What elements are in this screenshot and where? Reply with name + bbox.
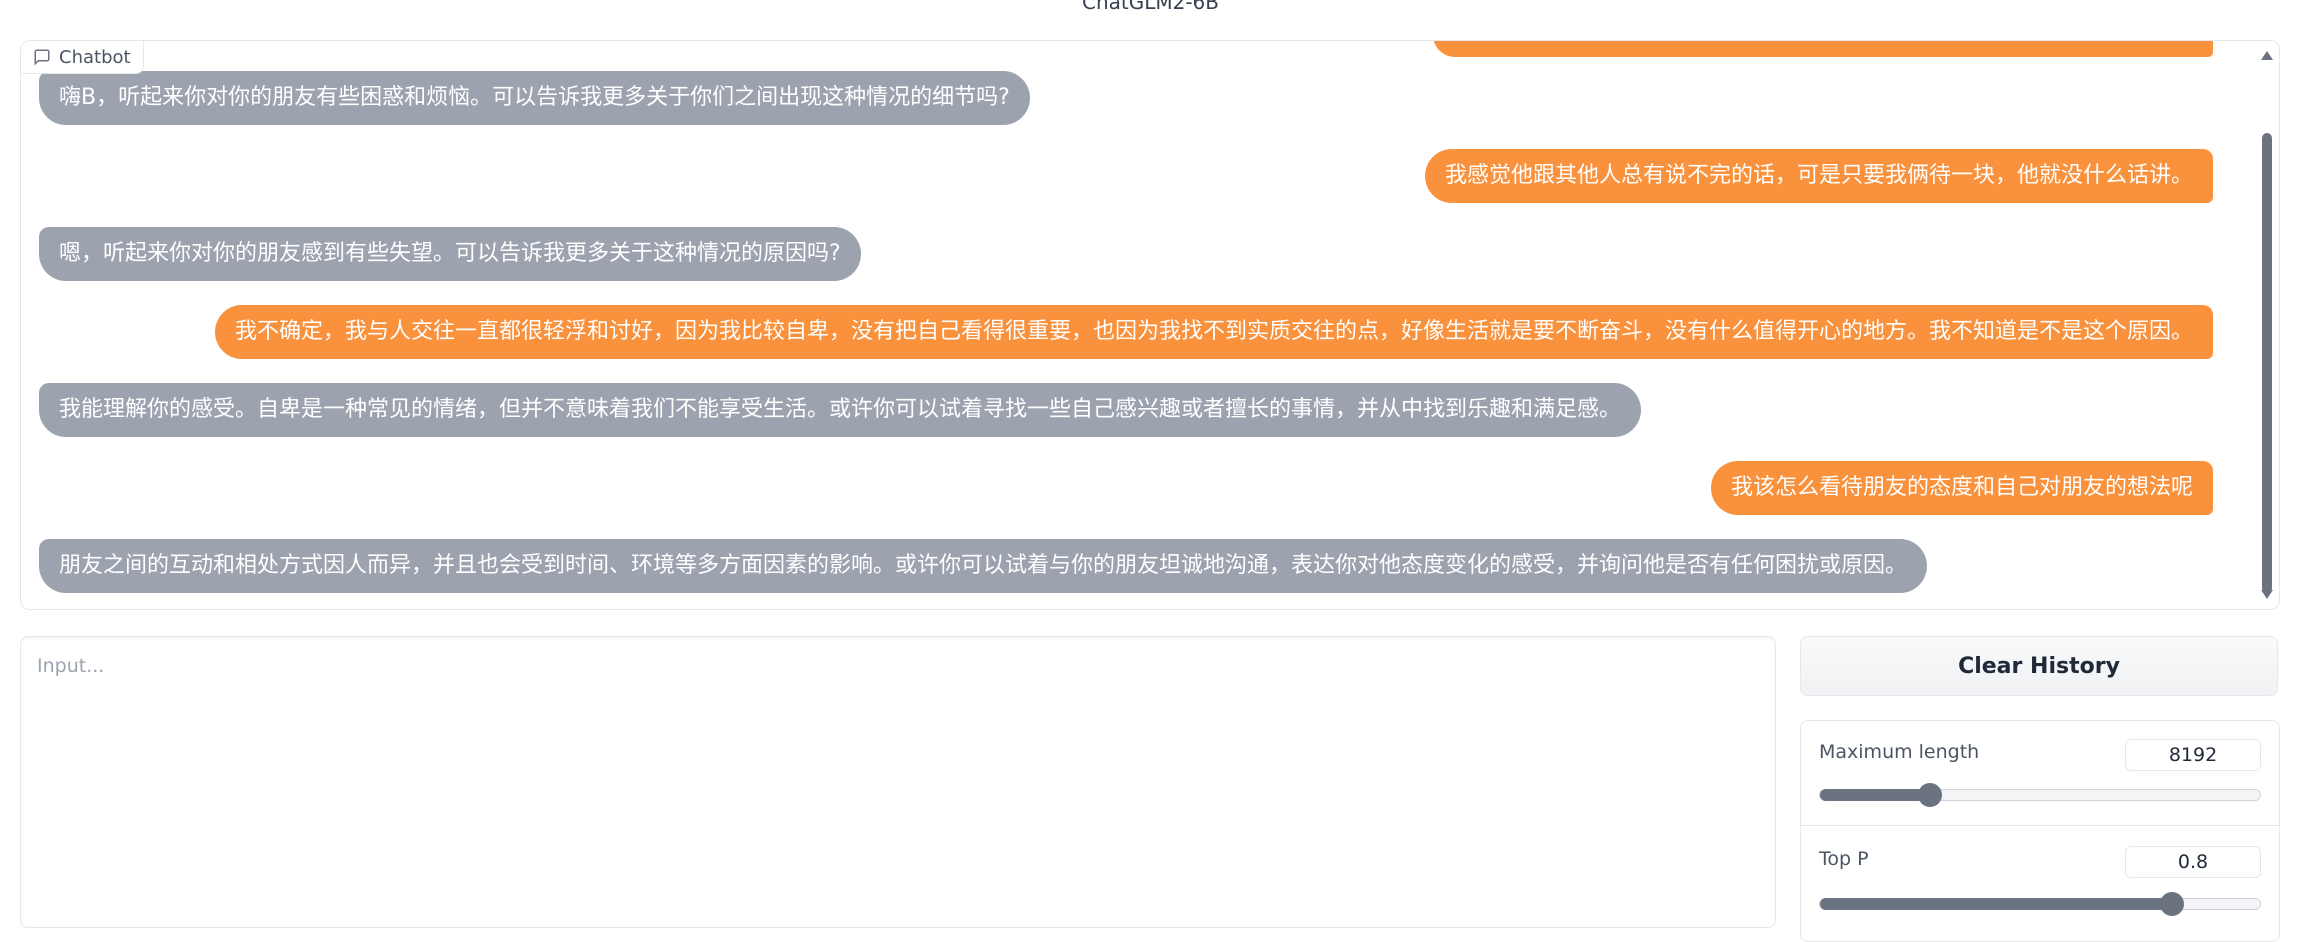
clear-history-button[interactable]: Clear History <box>1800 636 2278 696</box>
message-bubble-partial <box>1433 41 2213 57</box>
message-bubble-bot: 嗯，听起来你对你的朋友感到有些失望。可以告诉我更多关于这种情况的原因吗? <box>39 227 861 281</box>
message-bubble-user: 我感觉他跟其他人总有说不完的话，可是只要我俩待一块，他就没什么话讲。 <box>1424 149 2213 203</box>
top-p-slider-thumb[interactable] <box>2160 892 2184 916</box>
top-p-slider[interactable] <box>1819 892 2261 916</box>
top-p-slider-fill <box>1820 898 2172 910</box>
settings-panel: Maximum length 8192 Top P 0.8 <box>1800 720 2280 942</box>
message-input-box <box>20 636 1776 928</box>
message-bubble-user: 我该怎么看待朋友的态度和自己对朋友的想法呢 <box>1710 461 2213 515</box>
top-p-label: Top P <box>1819 848 1869 870</box>
message-input[interactable] <box>21 637 1775 927</box>
message-bubble-bot: 嗨B，听起来你对你的朋友有些困惑和烦恼。可以告诉我更多关于你们之间出现这种情况的… <box>39 71 1030 125</box>
page-title: ChatGLM2-6B <box>1081 0 1220 14</box>
scroll-thumb[interactable] <box>2262 133 2272 593</box>
chatbot-label: Chatbot <box>21 41 144 74</box>
message-bubble-bot: 朋友之间的互动和相处方式因人而异，并且也会受到时间、环境等多方面因素的影响。或许… <box>39 539 1928 593</box>
max-length-control: Maximum length 8192 <box>1801 721 2279 825</box>
scroll-up-icon[interactable] <box>2261 51 2273 60</box>
chat-icon <box>34 49 50 66</box>
max-length-slider[interactable] <box>1819 783 2261 807</box>
scroll-down-icon[interactable] <box>2261 590 2273 599</box>
message-bubble-bot: 我能理解你的感受。自卑是一种常见的情绪，但并不意味着我们不能享受生活。或许你可以… <box>39 383 1642 437</box>
max-length-slider-fill <box>1820 789 1930 801</box>
max-length-value[interactable]: 8192 <box>2125 739 2261 771</box>
top-p-control: Top P 0.8 <box>1801 825 2279 930</box>
chatbot-panel: Chatbot 嗨B，听起来你对你的朋友有些困惑和烦恼。可以告诉我更多关于你们之… <box>20 40 2280 610</box>
chat-scrollbar[interactable] <box>2259 49 2275 601</box>
max-length-slider-thumb[interactable] <box>1918 783 1942 807</box>
top-p-value[interactable]: 0.8 <box>2125 846 2261 878</box>
message-bubble-user: 我不确定，我与人交往一直都很轻浮和讨好，因为我比较自卑，没有把自己看得很重要，也… <box>214 305 2213 359</box>
chatbot-label-text: Chatbot <box>59 46 131 68</box>
max-length-label: Maximum length <box>1819 741 1980 763</box>
message-list: 嗨B，听起来你对你的朋友有些困惑和烦恼。可以告诉我更多关于你们之间出现这种情况的… <box>21 41 2251 609</box>
